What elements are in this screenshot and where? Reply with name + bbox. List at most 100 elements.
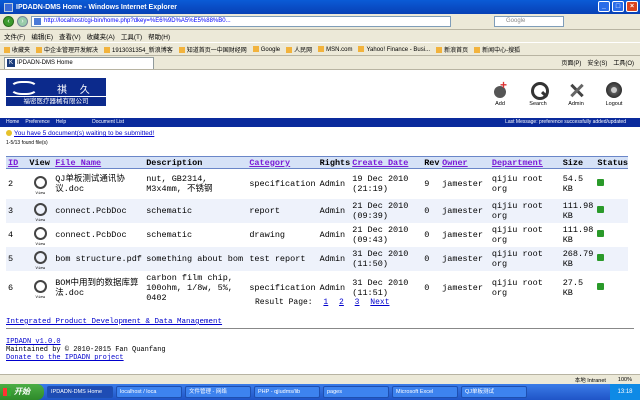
- status-cell: [595, 223, 628, 247]
- task-item[interactable]: Microsoft Excel: [392, 386, 458, 398]
- table-row: 3 View connect.PcbDoc schematic report A…: [6, 198, 628, 223]
- next-page-link[interactable]: Next: [370, 298, 389, 307]
- cell-rev: 0: [424, 229, 430, 240]
- cell-file-name[interactable]: bom structure.pdf: [53, 247, 144, 271]
- favorite-item[interactable]: 1913031354_新浪博客: [104, 45, 173, 54]
- donate-link[interactable]: Donate to the IPDADN project: [6, 354, 124, 362]
- pager-label: Result Page:: [255, 298, 313, 307]
- favorite-item[interactable]: 收藏夹: [4, 45, 30, 54]
- view-label: View: [35, 242, 46, 247]
- page-content: 祺 久 福密医疗器械有限公司 Add Search Admin Logout H…: [0, 70, 640, 384]
- admin-label: Admin: [568, 101, 584, 107]
- header-id[interactable]: ID: [6, 156, 28, 169]
- view-button[interactable]: View: [27, 169, 53, 199]
- cell-rev: 0: [424, 282, 430, 293]
- start-button[interactable]: 开始: [0, 384, 44, 400]
- view-button[interactable]: View: [27, 271, 53, 305]
- pending-notice[interactable]: You have 5 document(s) waiting to be sub…: [6, 130, 154, 137]
- menu-tools[interactable]: 工具(T): [121, 31, 142, 41]
- cell-create-date: 19 Dec 2010 (21:19): [352, 173, 409, 194]
- header-category[interactable]: Category: [247, 156, 318, 169]
- view-button[interactable]: View: [27, 223, 53, 247]
- cell-owner: jamester: [442, 282, 483, 293]
- nav-strip: Home Preference Help Document List Last …: [0, 118, 640, 127]
- taskbar: 开始 IPDADN-DMS Home localhost / loca 文件管理…: [0, 384, 640, 400]
- cell-owner: jamester: [442, 229, 483, 240]
- cell-file-name[interactable]: BOM中用到的数据库算法.doc: [53, 271, 144, 305]
- add-button[interactable]: Add: [486, 78, 514, 107]
- favorite-item[interactable]: MSN.com: [318, 46, 352, 53]
- cell-description: carbon film chip, 100ohm, 1/8w, 5%, 0402: [146, 272, 233, 303]
- safety-menu[interactable]: 安全(S): [587, 58, 607, 67]
- header-department[interactable]: Department: [489, 156, 561, 169]
- favorite-item[interactable]: 人民网: [286, 45, 312, 54]
- cell-file-name[interactable]: connect.PcbDoc: [53, 199, 144, 223]
- cell-file-name[interactable]: connect.PcbDoc: [53, 223, 144, 247]
- cell-category: specification: [249, 178, 316, 189]
- menu-view[interactable]: 查看(V): [59, 31, 81, 41]
- search-button[interactable]: Search: [524, 80, 552, 107]
- task-item[interactable]: 文件管理 - 网络: [185, 386, 251, 398]
- favorite-item[interactable]: 知道首页一中国财经网: [179, 45, 247, 54]
- favorite-item[interactable]: 新闻中心-搜狐: [474, 45, 520, 54]
- search-label: Search: [529, 101, 547, 107]
- menu-file[interactable]: 文件(F): [4, 31, 25, 41]
- favorite-item[interactable]: Google: [253, 46, 280, 53]
- header-view: View: [27, 156, 54, 169]
- menu-favorites[interactable]: 收藏夹(A): [87, 31, 115, 41]
- version-link[interactable]: IPDADN v1.0.0: [6, 338, 61, 346]
- task-item[interactable]: QJ单板测试: [461, 386, 527, 398]
- search-input[interactable]: Google: [494, 16, 564, 27]
- view-button[interactable]: View: [27, 247, 53, 271]
- cell-id: 2: [8, 178, 14, 189]
- header-file-name[interactable]: File Name: [53, 156, 145, 169]
- view-label: View: [35, 218, 46, 223]
- header-owner[interactable]: Owner: [440, 156, 490, 169]
- tab-bar: IPDADN-DMS Home 页面(P) 安全(S) 工具(O): [0, 56, 640, 70]
- url-input[interactable]: http://localhost/cgi-bin/home.php?dkey=%…: [31, 16, 451, 27]
- header-rev: Rev: [422, 156, 441, 169]
- nav-preference[interactable]: Preference: [25, 118, 49, 127]
- lock-icon: [597, 178, 605, 186]
- task-item[interactable]: pages: [323, 386, 389, 398]
- forward-button[interactable]: ›: [17, 16, 28, 27]
- zoom-level[interactable]: 100%: [618, 377, 632, 383]
- page-link-1[interactable]: 1: [323, 298, 328, 307]
- cell-description: something about bom: [146, 253, 244, 264]
- page-link-2[interactable]: 2: [339, 298, 344, 307]
- admin-button[interactable]: Admin: [562, 80, 590, 107]
- page-link-3[interactable]: 3: [355, 298, 360, 307]
- minimize-button[interactable]: _: [598, 1, 610, 12]
- ipd-link[interactable]: Integrated Product Development & Data Ma…: [6, 318, 222, 326]
- task-item[interactable]: IPDADN-DMS Home: [47, 386, 113, 398]
- close-button[interactable]: ×: [626, 1, 638, 12]
- favorite-item[interactable]: Yahoo! Finance - Busi...: [358, 46, 430, 53]
- task-item[interactable]: localhost / loca: [116, 386, 182, 398]
- menu-bar: 文件(F) 编辑(E) 查看(V) 收藏夹(A) 工具(T) 帮助(H): [0, 30, 640, 42]
- nav-home[interactable]: Home: [6, 118, 19, 127]
- cell-id: 6: [8, 282, 14, 293]
- nav-help[interactable]: Help: [56, 118, 66, 127]
- nav-document-list[interactable]: Document List: [92, 118, 124, 127]
- cell-rev: 0: [424, 205, 430, 216]
- view-button[interactable]: View: [27, 199, 53, 223]
- tab-home[interactable]: IPDADN-DMS Home: [4, 56, 154, 69]
- page-menu[interactable]: 页面(P): [561, 58, 581, 67]
- task-item[interactable]: PHP - qjiudms/lib: [254, 386, 320, 398]
- menu-help[interactable]: 帮助(H): [148, 31, 170, 41]
- status-cell: [595, 199, 628, 223]
- favorite-item[interactable]: 新浪首页: [436, 45, 468, 54]
- lock-icon: [597, 229, 605, 237]
- logout-button[interactable]: Logout: [600, 80, 628, 107]
- back-button[interactable]: ‹: [3, 16, 14, 27]
- cell-create-date: 31 Dec 2010 (11:50): [352, 248, 409, 269]
- tools-menu[interactable]: 工具(O): [613, 58, 634, 67]
- favorite-item[interactable]: 中企业管理开发解决: [36, 45, 98, 54]
- cell-file-name[interactable]: QJ单板测试通讯协议.doc: [53, 169, 144, 199]
- header-create-date[interactable]: Create Date: [350, 156, 423, 169]
- maximize-button[interactable]: □: [612, 1, 624, 12]
- lock-icon: [597, 282, 605, 290]
- found-count: 1-5/13 found file(s): [6, 140, 48, 146]
- menu-edit[interactable]: 编辑(E): [31, 31, 53, 41]
- address-bar: ‹ › http://localhost/cgi-bin/home.php?dk…: [0, 14, 640, 30]
